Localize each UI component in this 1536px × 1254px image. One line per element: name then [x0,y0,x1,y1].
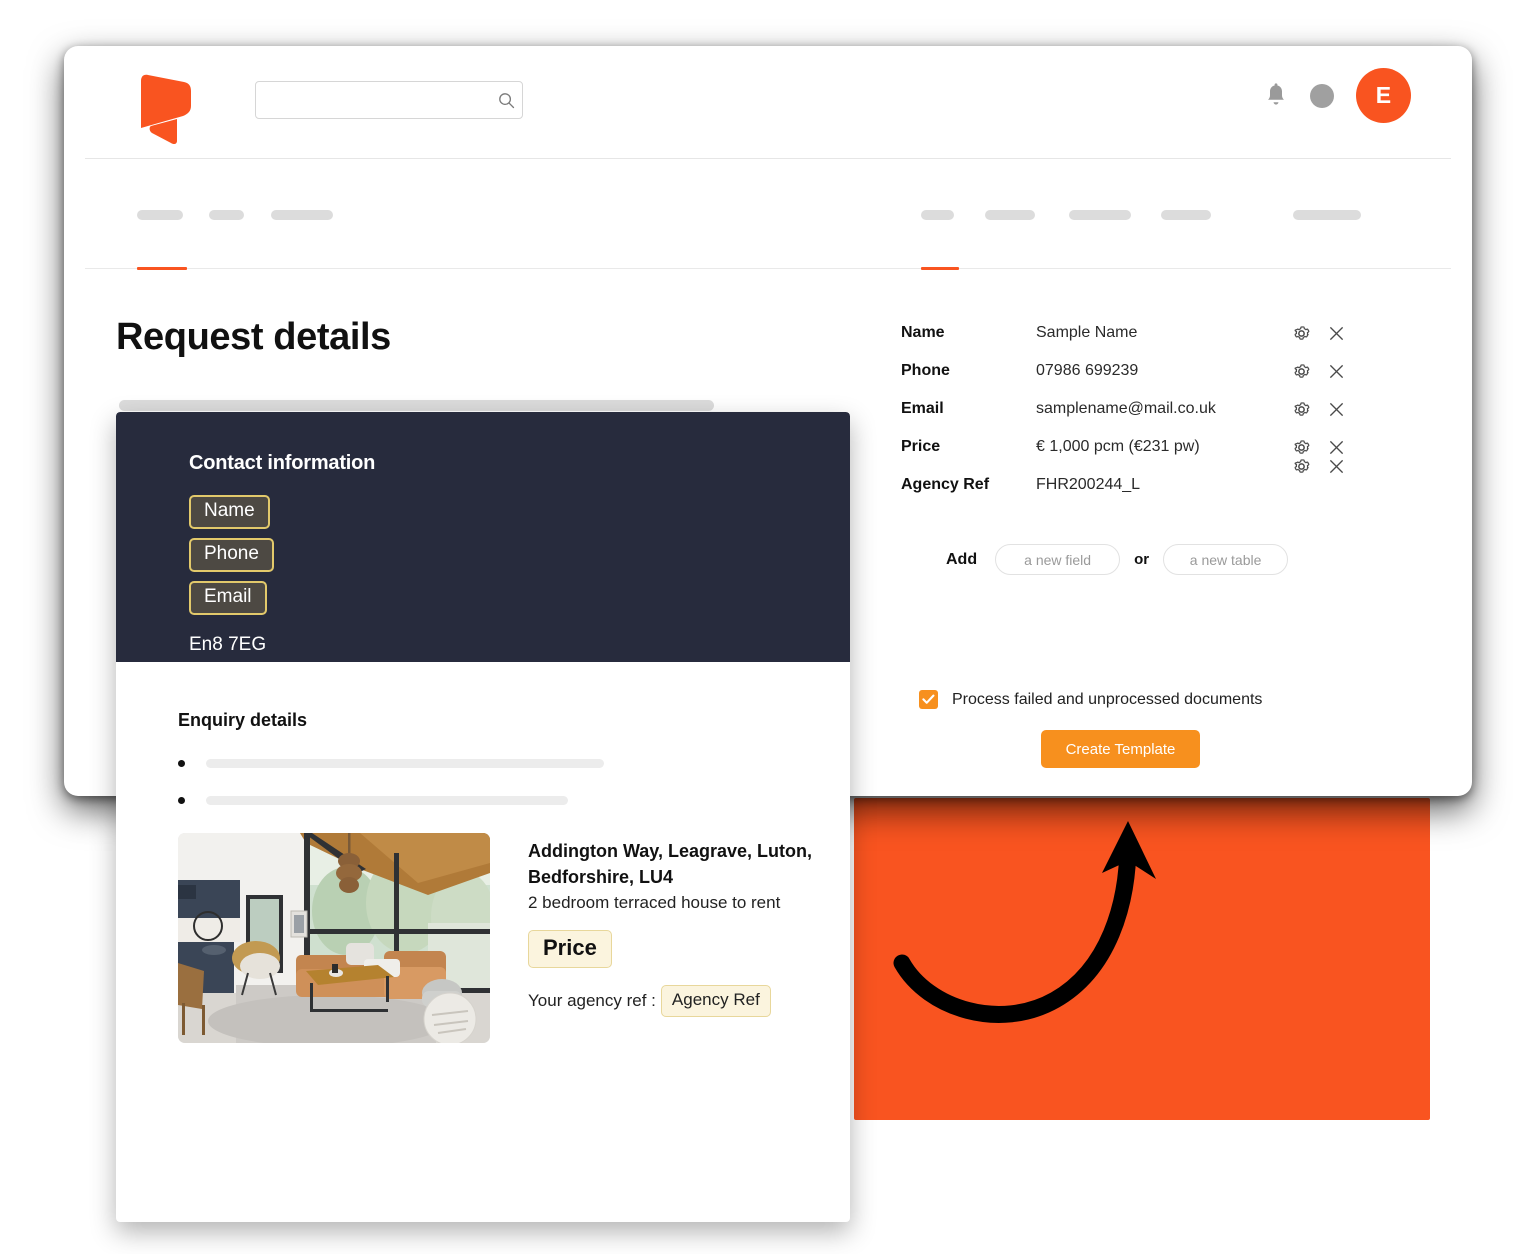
postcode-text: En8 7EG [189,634,267,655]
bullet-skeleton [206,796,568,805]
add-new-field-button[interactable]: a new field [995,544,1121,575]
property-listing: Addington Way, Leagrave, Luton, Bedforsh… [178,833,850,1043]
row-actions [1291,437,1361,458]
row-actions [1291,323,1361,344]
email-body: Enquiry details Addington Way, Leagrave,… [116,662,850,1043]
field-value: samplename@mail.co.uk [1036,400,1216,417]
field-row: Email samplename@mail.co.uk [901,390,1361,428]
property-photo [178,833,490,1043]
process-documents-label: Process failed and unprocessed documents [952,690,1263,708]
nav-item-left-3[interactable] [271,210,333,220]
header-actions: E [1264,68,1411,123]
row-actions [1291,361,1361,382]
search-input[interactable] [256,92,490,108]
nav-tab-row [85,159,1451,270]
field-row: Name Sample Name [901,314,1361,352]
close-icon[interactable] [1326,323,1347,344]
search-icon[interactable] [490,92,522,109]
app-header: E [85,46,1451,159]
add-new-table-button[interactable]: a new table [1163,544,1289,575]
field-label: Agency Ref [901,476,990,493]
nav-item-left-2[interactable] [209,210,244,220]
nav-item-right-1[interactable] [921,210,954,220]
nav-item-left-1[interactable] [137,210,183,220]
field-label: Price [901,438,941,455]
field-label: Phone [901,362,950,379]
listing-summary: 2 bedroom terraced house to rent [528,893,781,913]
gear-icon[interactable] [1291,323,1312,344]
gear-icon[interactable] [1291,456,1312,477]
merge-token-price[interactable]: Price [528,930,612,969]
brand-logo-icon[interactable] [139,73,193,145]
email-preview-card: Contact information Name Phone Email En8… [116,412,850,1222]
nav-item-right-3[interactable] [1069,210,1131,220]
search-box[interactable] [255,81,523,119]
merge-token-phone[interactable]: Phone [189,538,274,572]
nav-item-right-2[interactable] [985,210,1035,220]
orange-accent-block [854,798,1430,1120]
field-value: FHR200244_L [1036,476,1141,493]
list-item [178,759,850,768]
close-icon[interactable] [1326,399,1347,420]
agency-ref-line: Your agency ref : Agency Ref [528,985,818,1018]
bullet-dot-icon [178,760,185,767]
status-circle-icon[interactable] [1310,83,1334,108]
list-item [178,796,850,805]
create-template-button[interactable]: Create Template [1041,730,1200,768]
field-label: Name [901,324,945,341]
close-icon[interactable] [1326,437,1347,458]
bell-icon[interactable] [1264,82,1288,109]
field-value: Sample Name [1036,324,1138,341]
page-subtitle-skeleton [119,400,714,411]
fields-panel: Name Sample Name Phone 07986 699239 Emai… [901,314,1361,768]
gear-icon[interactable] [1291,361,1312,382]
nav-item-right-5[interactable] [1293,210,1361,220]
contact-information-heading: Contact information [189,452,376,474]
close-icon[interactable] [1326,456,1347,477]
field-row: Phone 07986 699239 [901,352,1361,390]
merge-token-name[interactable]: Name [189,495,270,529]
process-documents-row: Process failed and unprocessed documents [901,690,1361,709]
add-label: Add [946,550,978,568]
contact-information-panel: Contact information Name Phone Email En8… [116,412,850,662]
gear-icon[interactable] [1291,399,1312,420]
avatar[interactable]: E [1356,68,1411,123]
merge-token-email[interactable]: Email [189,581,267,615]
field-value: 07986 699239 [1036,362,1139,379]
enquiry-details-heading: Enquiry details [178,710,308,730]
listing-address: Addington Way, Leagrave, Luton, Bedforsh… [528,841,813,887]
living-room-illustration [178,833,490,1043]
add-row: Add a new field or a new table [901,544,1361,575]
bullet-skeleton [206,759,604,768]
agency-ref-label: Your agency ref : [528,991,656,1011]
row-actions [1291,456,1361,477]
listing-info: Addington Way, Leagrave, Luton, Bedforsh… [528,833,818,1043]
field-row: Agency Ref FHR200244_L [901,459,1361,504]
field-value: € 1,000 pcm (€231 pw) [1036,438,1200,455]
screenshot-stage: E Request details Name Sample Name Phone… [0,0,1536,1254]
field-label: Email [901,400,944,417]
row-actions [1291,399,1361,420]
or-label: or [1134,551,1150,568]
nav-item-right-4[interactable] [1161,210,1211,220]
bullet-dot-icon [178,797,185,804]
close-icon[interactable] [1326,361,1347,382]
merge-token-agency-ref[interactable]: Agency Ref [660,985,771,1018]
gear-icon[interactable] [1291,437,1312,458]
page-title: Request details [116,316,391,358]
process-documents-checkbox[interactable] [919,690,938,709]
